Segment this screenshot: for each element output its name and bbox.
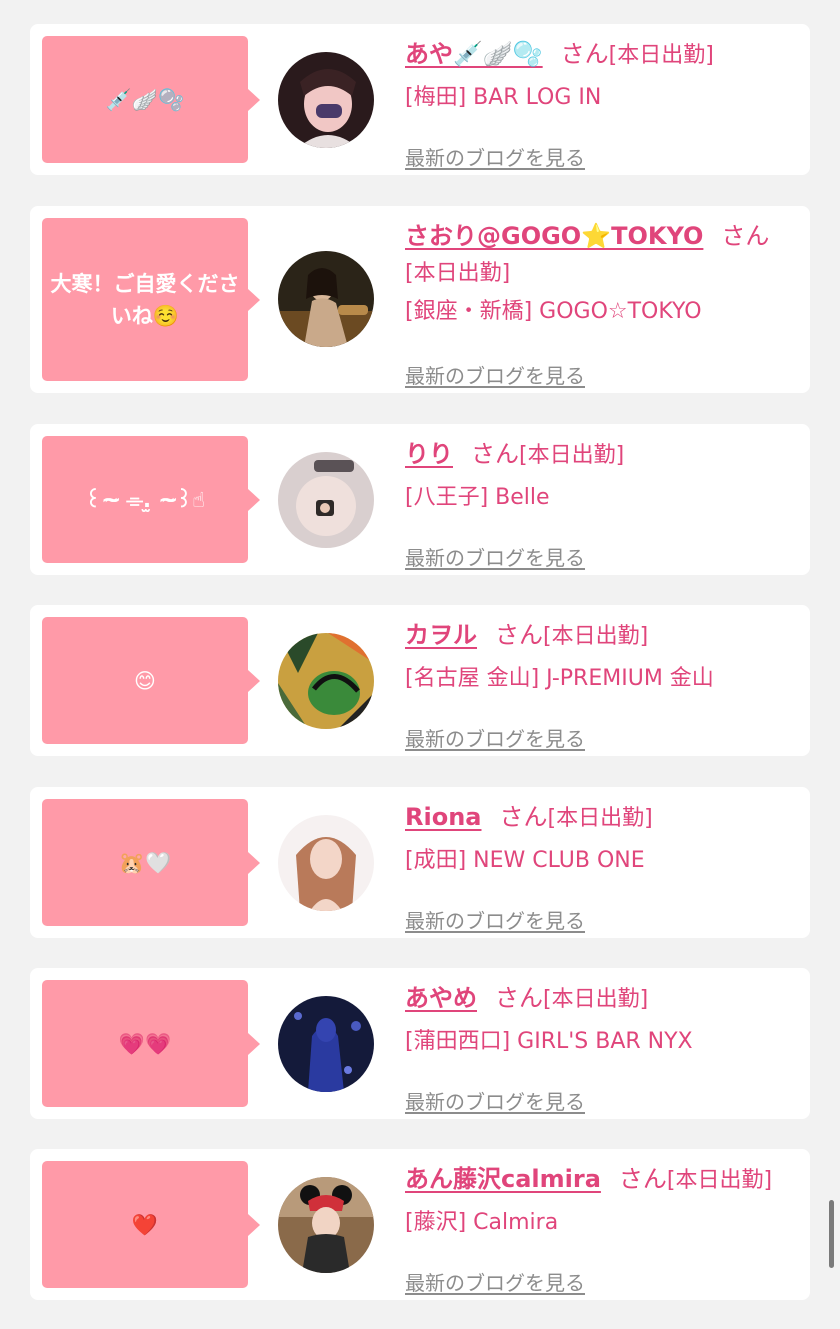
cast-info: りり さん[本日出勤] [八王子] Belle 最新のブログを見る	[405, 436, 800, 570]
status-label: [本日出勤]	[543, 624, 649, 649]
cast-info: さおり@GOGO⭐TOKYO さん [本日出勤] [銀座・新橋] GOGO☆TOKY…	[405, 218, 800, 388]
avatar[interactable]	[278, 633, 374, 729]
avatar-photo	[278, 452, 374, 548]
latest-blog-link[interactable]: 最新のブログを見る	[405, 723, 585, 752]
name-line: Riona さん[本日出勤]	[405, 799, 800, 837]
shop-label: [銀座・新橋] GOGO☆TOKYO	[405, 299, 702, 324]
cast-name-link[interactable]: あん藤沢calmira	[405, 1165, 601, 1193]
cast-name-link[interactable]: あや💉🪽🫧	[405, 40, 543, 68]
avatar[interactable]	[278, 815, 374, 911]
status-label: [本日出勤]	[547, 806, 653, 831]
status-label: [本日出勤]	[543, 987, 649, 1012]
honorific: さん	[721, 222, 770, 250]
scrollbar-thumb[interactable]	[829, 1200, 834, 1268]
cast-card: ❤️ あん藤沢calmira さん[本日出勤] [藤沢] Calmira 最新のブ…	[30, 1149, 810, 1300]
avatar-photo	[278, 1177, 374, 1273]
cast-name-link[interactable]: Riona	[405, 803, 481, 831]
cast-info: あや💉🪽🫧 さん[本日出勤] [梅田] BAR LOG IN 最新のブログを見る	[405, 36, 800, 170]
avatar[interactable]	[278, 996, 374, 1092]
cast-info: カヲル さん[本日出勤] [名古屋 金山] J-PREMIUM 金山 最新のブログ…	[405, 617, 800, 751]
shop-label: [藤沢] Calmira	[405, 1210, 559, 1235]
name-line: さおり@GOGO⭐TOKYO さん [本日出勤]	[405, 218, 800, 292]
honorific: さん	[618, 1165, 667, 1193]
cast-card: ꒰~̴ ⌯.̫ ~̴꒱☝ りり さん[本日出勤] [八王子] Belle 最新のブ…	[30, 424, 810, 575]
honorific: さん	[495, 984, 543, 1012]
latest-blog-link[interactable]: 最新のブログを見る	[405, 905, 585, 934]
latest-blog-link[interactable]: 最新のブログを見る	[405, 360, 585, 389]
latest-blog-link[interactable]: 最新のブログを見る	[405, 1086, 585, 1115]
shop-label: [名古屋 金山] J-PREMIUM 金山	[405, 666, 714, 691]
avatar[interactable]	[278, 1177, 374, 1273]
avatar-photo	[278, 815, 374, 911]
name-line: カヲル さん[本日出勤]	[405, 617, 800, 655]
name-line: あや💉🪽🫧 さん[本日出勤]	[405, 36, 800, 74]
message-bubble: 大寒！ご自愛くださいね☺️	[42, 218, 260, 381]
cast-card: 🐹🤍 Riona さん[本日出勤] [成田] NEW CLUB ONE 最新のブロ…	[30, 787, 810, 938]
shop-label: [梅田] BAR LOG IN	[405, 85, 602, 110]
name-line: あん藤沢calmira さん[本日出勤]	[405, 1161, 800, 1199]
honorific: さん	[495, 621, 543, 649]
cast-info: あやめ さん[本日出勤] [蒲田西口] GIRL'S BAR NYX 最新のブログ…	[405, 980, 800, 1114]
avatar[interactable]	[278, 452, 374, 548]
message-bubble: 🐹🤍	[42, 799, 260, 926]
cast-card: 💉🪽🫧 あや💉🪽🫧 さん[本日出勤] [梅田] BAR LOG IN 最新のブログ…	[30, 24, 810, 175]
status-label: [本日出勤]	[666, 1168, 773, 1193]
cast-name-link[interactable]: あやめ	[405, 984, 477, 1012]
cast-card: 😊 カヲル さん[本日出勤] [名古屋 金山] J-PREMIUM 金山 最新のブ…	[30, 605, 810, 756]
cast-info: あん藤沢calmira さん[本日出勤] [藤沢] Calmira 最新のブログを…	[405, 1161, 800, 1295]
shop-label: [八王子] Belle	[405, 485, 550, 510]
message-bubble: 😊	[42, 617, 260, 744]
latest-blog-link[interactable]: 最新のブログを見る	[405, 1267, 585, 1296]
name-line: あやめ さん[本日出勤]	[405, 980, 800, 1018]
avatar[interactable]	[278, 251, 374, 347]
message-bubble: 💉🪽🫧	[42, 36, 260, 163]
avatar[interactable]	[278, 52, 374, 148]
name-line: りり さん[本日出勤]	[405, 436, 800, 474]
avatar-photo	[278, 52, 374, 148]
cast-name-link[interactable]: カヲル	[405, 621, 477, 649]
message-bubble: ꒰~̴ ⌯.̫ ~̴꒱☝	[42, 436, 260, 563]
cast-name-link[interactable]: さおり@GOGO⭐TOKYO	[405, 222, 703, 250]
message-bubble: 💗💗	[42, 980, 260, 1107]
latest-blog-link[interactable]: 最新のブログを見る	[405, 542, 585, 571]
status-label: [本日出勤]	[519, 443, 625, 468]
honorific: さん	[471, 440, 519, 468]
avatar-photo	[278, 996, 374, 1092]
cast-name-link[interactable]: りり	[405, 440, 453, 468]
honorific: さん	[499, 803, 548, 831]
cast-info: Riona さん[本日出勤] [成田] NEW CLUB ONE 最新のブログを見…	[405, 799, 800, 933]
shop-label: [成田] NEW CLUB ONE	[405, 848, 645, 873]
shop-label: [蒲田西口] GIRL'S BAR NYX	[405, 1029, 693, 1054]
cast-card: 💗💗 あやめ さん[本日出勤] [蒲田西口] GIRL'S BAR NYX 最新の…	[30, 968, 810, 1119]
message-bubble: ❤️	[42, 1161, 260, 1288]
status-label: [本日出勤]	[405, 261, 511, 286]
honorific: さん	[560, 40, 609, 68]
avatar-photo	[278, 251, 374, 347]
cast-card: 大寒！ご自愛くださいね☺️ さおり@GOGO⭐TOKYO さん [本日出勤] [銀座…	[30, 206, 810, 393]
latest-blog-link[interactable]: 最新のブログを見る	[405, 142, 585, 171]
avatar-photo	[278, 633, 374, 729]
status-label: [本日出勤]	[608, 43, 714, 68]
